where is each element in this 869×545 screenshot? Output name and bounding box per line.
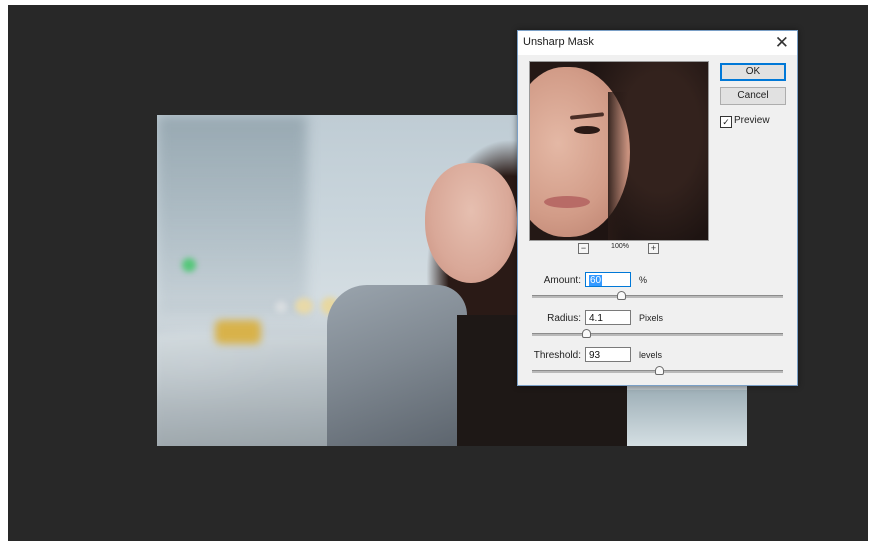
preview-eye <box>574 126 600 134</box>
bokeh-light <box>295 298 313 314</box>
radius-row: Radius: 4.1 Pixels <box>518 310 797 330</box>
amount-slider-track[interactable] <box>532 295 783 298</box>
threshold-unit: levels <box>639 350 663 360</box>
preview-hair-strand <box>608 92 628 240</box>
amount-slider[interactable] <box>532 291 783 301</box>
zoom-controls: − 100% + <box>578 243 659 257</box>
amount-value: 60 <box>589 275 603 286</box>
bokeh-light <box>275 301 287 313</box>
ok-button[interactable]: OK <box>720 63 786 81</box>
amount-input[interactable]: 60 <box>585 272 631 287</box>
threshold-slider[interactable] <box>532 366 783 376</box>
radius-slider-track[interactable] <box>532 333 783 336</box>
dialog-title: Unsharp Mask <box>523 36 594 48</box>
photo-face <box>425 163 517 283</box>
radius-slider-thumb[interactable] <box>581 329 591 338</box>
preview-lips <box>544 196 590 208</box>
close-icon[interactable]: ✕ <box>775 33 789 53</box>
cancel-button[interactable]: Cancel <box>720 87 786 105</box>
zoom-level: 100% <box>611 243 629 250</box>
photo-building-blur <box>157 115 307 315</box>
amount-label: Amount: <box>543 275 581 286</box>
zoom-in-icon[interactable]: + <box>648 243 659 254</box>
photo-coat <box>327 285 467 446</box>
radius-slider[interactable] <box>532 329 783 339</box>
amount-unit: % <box>639 275 648 285</box>
threshold-input[interactable]: 93 <box>585 347 631 362</box>
preview-pane[interactable] <box>529 61 709 241</box>
photo-background-right <box>627 390 747 446</box>
amount-slider-thumb[interactable] <box>616 291 626 300</box>
bokeh-green-light <box>182 258 196 272</box>
threshold-slider-thumb[interactable] <box>654 366 664 375</box>
preview-checkbox-label[interactable]: Preview <box>734 115 770 126</box>
threshold-label: Threshold: <box>533 350 581 361</box>
preview-checkbox[interactable]: ✓ <box>720 116 732 128</box>
dialog-titlebar[interactable]: Unsharp Mask ✕ <box>518 31 797 55</box>
zoom-out-icon[interactable]: − <box>578 243 589 254</box>
unsharp-mask-dialog: Unsharp Mask ✕ − 100% + OK Cancel ✓ Prev… <box>517 30 798 386</box>
bokeh-yellow-car <box>215 320 261 344</box>
radius-input[interactable]: 4.1 <box>585 310 631 325</box>
radius-unit: Pixels <box>639 313 664 323</box>
threshold-row: Threshold: 93 levels <box>518 347 797 367</box>
radius-label: Radius: <box>547 313 581 324</box>
amount-row: Amount: 60 % <box>518 272 797 292</box>
